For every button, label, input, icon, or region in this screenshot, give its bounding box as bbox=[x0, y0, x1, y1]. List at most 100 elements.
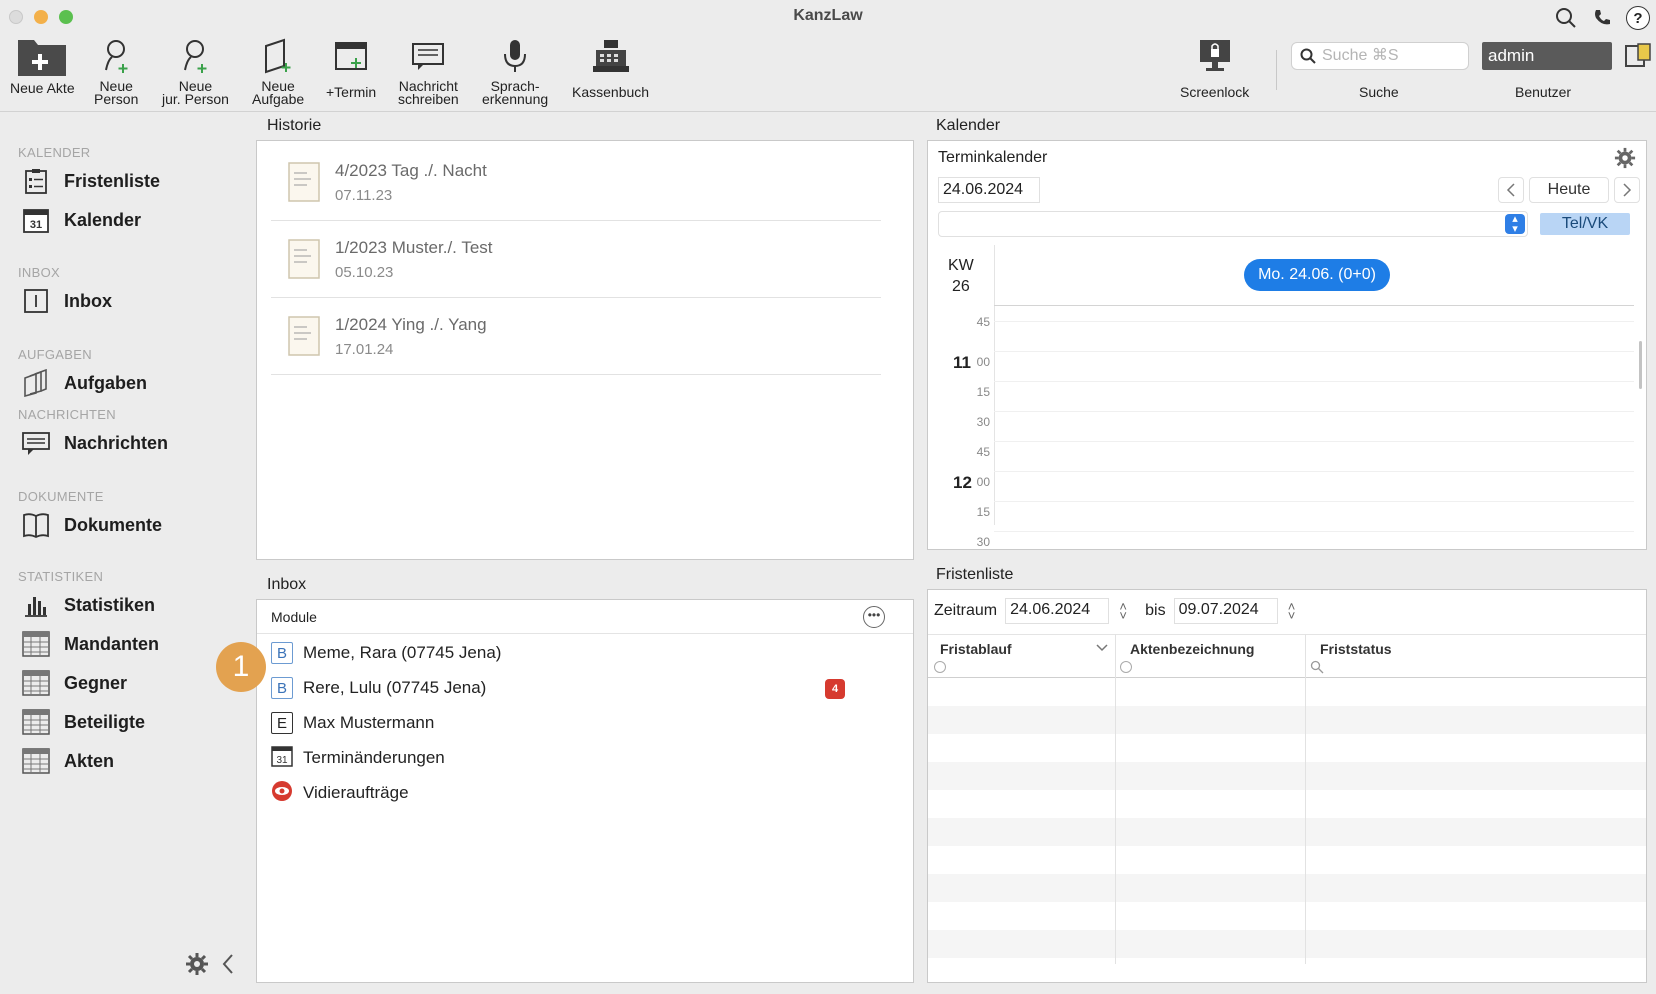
inbox-panel: Module ••• B Meme, Rara (07745 Jena) B R… bbox=[256, 599, 914, 983]
unread-count-badge: 4 bbox=[825, 679, 845, 699]
window-title: KanzLaw bbox=[793, 7, 863, 24]
list-item[interactable]: B Meme, Rara (07745 Jena) bbox=[271, 638, 861, 668]
column-header-aktenbezeichnung[interactable]: Aktenbezeichnung bbox=[1130, 641, 1254, 657]
table-row[interactable] bbox=[928, 706, 1646, 734]
filter-radio[interactable] bbox=[934, 661, 946, 673]
historie-panel: 4/2023 Tag ./. Nacht 07.11.23 1/2023 Mus… bbox=[256, 140, 914, 560]
write-message-button[interactable]: Nachricht schreiben bbox=[398, 36, 459, 106]
table-row[interactable] bbox=[928, 874, 1646, 902]
user-field[interactable]: admin bbox=[1482, 42, 1612, 70]
calendar-settings-gear-icon[interactable] bbox=[1614, 147, 1636, 175]
settings-gear-icon[interactable] bbox=[185, 952, 209, 982]
eye-icon bbox=[271, 780, 293, 807]
calendar-scrollbar[interactable] bbox=[1639, 341, 1642, 389]
fristenliste-panel: Zeitraum 24.06.2024 ˄ ˅ bis 09.07.2024 ˄ ˅… bbox=[927, 589, 1647, 983]
sidebar-section-aufgaben: AUFGABEN bbox=[18, 347, 92, 362]
list-item[interactable]: 1/2024 Ying ./. Yang 17.01.24 bbox=[271, 301, 881, 375]
list-item[interactable]: 1/2023 Muster./. Test 05.10.23 bbox=[271, 224, 881, 298]
sidebar-item-kalender[interactable]: 31 Kalender bbox=[22, 206, 141, 234]
list-item[interactable]: E Max Mustermann bbox=[271, 708, 861, 738]
table-row[interactable] bbox=[928, 930, 1646, 958]
sidebar-section-nachrichten: NACHRICHTEN bbox=[18, 407, 116, 422]
chevron-right-icon bbox=[1623, 183, 1632, 197]
table-row[interactable] bbox=[928, 762, 1646, 790]
tasks-icon bbox=[22, 369, 50, 397]
time-label: 00 bbox=[976, 355, 990, 369]
sidebar-item-mandanten[interactable]: Mandanten bbox=[22, 630, 159, 658]
day-header-pill[interactable]: Mo. 24.06. (0+0) bbox=[1244, 259, 1390, 291]
new-file-button[interactable]: Neue Akte bbox=[10, 36, 75, 95]
calendar-date-field[interactable]: 24.06.2024 bbox=[938, 177, 1040, 203]
cash-register-icon bbox=[592, 40, 629, 72]
search-icon[interactable] bbox=[1554, 6, 1578, 30]
list-item[interactable]: B Rere, Lulu (07745 Jena) 4 bbox=[271, 673, 861, 703]
grid-line bbox=[994, 471, 1634, 472]
sidebar-item-inbox[interactable]: Inbox bbox=[22, 287, 112, 315]
sidebar-section-statistiken: STATISTIKEN bbox=[18, 569, 104, 584]
date-from-field[interactable]: 24.06.2024 bbox=[1005, 598, 1110, 624]
calendar-plus-icon bbox=[335, 42, 368, 70]
search-icon bbox=[1300, 48, 1316, 64]
tel-vk-button[interactable]: Tel/VK bbox=[1540, 213, 1630, 235]
screenlock-button[interactable]: Screenlock bbox=[1180, 36, 1249, 99]
help-icon[interactable]: ? bbox=[1626, 6, 1650, 30]
kalender-panel: Terminkalender 24.06.2024 Heute ▴ ▾ Tel/V… bbox=[927, 140, 1647, 550]
legal-person-plus-icon bbox=[184, 40, 207, 73]
grid-line bbox=[994, 411, 1634, 412]
toolbar: KanzLaw ? Neue Akte Neue Person Neue jur… bbox=[0, 0, 1656, 112]
calendar-prev-button[interactable] bbox=[1498, 177, 1524, 203]
filter-radio[interactable] bbox=[1120, 661, 1132, 673]
task-plus-icon bbox=[265, 38, 291, 74]
calendar-filter-select[interactable]: ▴ ▾ bbox=[938, 211, 1528, 237]
chevron-down-icon[interactable] bbox=[1096, 640, 1108, 658]
document-icon bbox=[288, 316, 320, 356]
calendar-today-button[interactable]: Heute bbox=[1529, 177, 1609, 203]
collapse-sidebar-icon[interactable] bbox=[221, 952, 235, 982]
speech-recognition-button[interactable]: Sprach- erkennung bbox=[482, 36, 548, 106]
microphone-icon bbox=[504, 40, 527, 72]
cashbook-button[interactable]: Kassenbuch bbox=[572, 36, 649, 99]
sidebar-item-statistiken[interactable]: Statistiken bbox=[22, 591, 155, 619]
time-label: 45 bbox=[976, 445, 990, 459]
list-item[interactable]: 31 Terminänderungen bbox=[271, 743, 861, 773]
column-header-friststatus[interactable]: Friststatus bbox=[1320, 641, 1392, 657]
date-to-stepper[interactable]: ˄ ˅ bbox=[1286, 600, 1298, 622]
search-icon[interactable] bbox=[1310, 660, 1324, 679]
sidebar-item-fristenliste[interactable]: Fristenliste bbox=[22, 167, 160, 195]
search-field[interactable] bbox=[1291, 42, 1469, 70]
column-divider bbox=[1305, 634, 1306, 964]
e-module-icon: E bbox=[271, 712, 293, 734]
sidebar-item-beteiligte[interactable]: Beteiligte bbox=[22, 708, 145, 736]
search-input[interactable] bbox=[1322, 47, 1462, 65]
more-options-icon[interactable]: ••• bbox=[863, 606, 885, 628]
sidebar: KALENDER Fristenliste 31 Kalender INBOX … bbox=[0, 113, 250, 994]
sidebar-item-dokumente[interactable]: Dokumente bbox=[22, 511, 162, 539]
sidebar-section-inbox: INBOX bbox=[18, 265, 60, 280]
user-switch-icon[interactable] bbox=[1624, 42, 1652, 75]
grid-line bbox=[994, 531, 1634, 532]
time-label: 00 bbox=[976, 475, 990, 489]
table-row[interactable] bbox=[928, 818, 1646, 846]
time-label: 15 bbox=[976, 505, 990, 519]
sidebar-item-akten[interactable]: Akten bbox=[22, 747, 114, 775]
module-header: Module ••• bbox=[257, 600, 913, 634]
new-task-button[interactable]: Neue Aufgabe bbox=[252, 36, 304, 106]
column-header-fristablauf[interactable]: Fristablauf bbox=[940, 641, 1012, 657]
fristenliste-title: Fristenliste bbox=[936, 566, 1014, 583]
list-item[interactable]: Vidieraufträge bbox=[271, 778, 861, 808]
phone-icon[interactable] bbox=[1590, 6, 1614, 30]
new-legal-person-button[interactable]: Neue jur. Person bbox=[162, 36, 229, 106]
b-module-icon: B bbox=[271, 677, 293, 699]
sidebar-item-nachrichten[interactable]: Nachrichten bbox=[22, 429, 168, 457]
list-item[interactable]: 4/2023 Tag ./. Nacht 07.11.23 bbox=[271, 147, 881, 221]
calendar-next-button[interactable] bbox=[1614, 177, 1640, 203]
sidebar-item-gegner[interactable]: Gegner bbox=[22, 669, 127, 697]
time-label: 15 bbox=[976, 385, 990, 399]
grid-line bbox=[994, 381, 1634, 382]
sidebar-item-aufgaben[interactable]: Aufgaben bbox=[22, 369, 147, 397]
date-from-stepper[interactable]: ˄ ˅ bbox=[1117, 600, 1129, 622]
date-to-field[interactable]: 09.07.2024 bbox=[1173, 598, 1278, 624]
new-appointment-button[interactable]: +Termin bbox=[326, 36, 376, 99]
new-person-button[interactable]: Neue Person bbox=[94, 36, 138, 106]
historie-title: Historie bbox=[267, 117, 322, 134]
